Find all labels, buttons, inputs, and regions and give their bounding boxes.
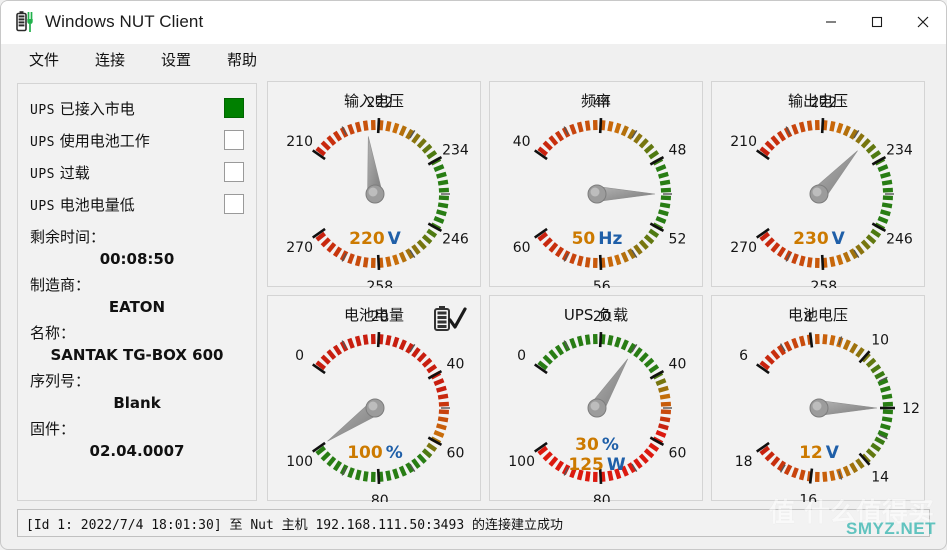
gauge-panel-frequency: 40 44 48 52 56 60 50 Hz 频率 — [489, 81, 703, 288]
status-text-overload: 过载 — [59, 163, 90, 182]
svg-text:125W: 125 W — [568, 455, 626, 475]
status-label-on-battery: UPS 使用电池工作 — [30, 131, 150, 150]
label-runtime: 剩余时间： — [30, 228, 106, 246]
svg-text:18: 18 — [735, 454, 753, 470]
menu-item-help[interactable]: 帮助 — [213, 46, 271, 73]
gauge-panel-battery-voltage: 6 8 10 12 14 16 18 12 V 电池电压 — [711, 295, 925, 502]
svg-text:12: 12 — [902, 401, 920, 417]
svg-text:80: 80 — [371, 493, 389, 502]
status-bar-text: [Id 1: 2022/7/4 18:01:30] 至 Nut 主机 192.1… — [26, 517, 563, 533]
menu-item-settings[interactable]: 设置 — [147, 46, 205, 73]
svg-text:210: 210 — [286, 134, 313, 150]
label-model: 名称： — [30, 324, 76, 342]
svg-text:220V: 220 V — [349, 229, 402, 249]
svg-text:16: 16 — [799, 492, 817, 502]
value-model: SANTAK TG-BOX 600 — [50, 346, 224, 364]
svg-text:40: 40 — [513, 134, 531, 150]
svg-text:50Hz: 50 Hz — [572, 229, 623, 249]
status-bar: [Id 1: 2022/7/4 18:01:30] 至 Nut 主机 192.1… — [17, 509, 930, 537]
close-button[interactable] — [900, 1, 946, 43]
svg-text:258: 258 — [366, 279, 393, 288]
svg-text:40: 40 — [669, 356, 687, 372]
status-label-on-line: UPS 已接入市电 — [30, 99, 135, 118]
status-text-on-line: 已接入市电 — [59, 99, 135, 118]
window-title: Windows NUT Client — [45, 12, 204, 31]
gauge-panel-ups-load: 0 20 40 60 80 100 30% 125 W UPS 负载 — [489, 295, 703, 502]
value-manufacturer: EATON — [108, 298, 166, 316]
gauge-title-input-voltage: 输入电压 — [343, 92, 404, 110]
svg-text:100%: 100% — [347, 443, 403, 463]
status-led-low-battery — [224, 194, 244, 214]
svg-text:246: 246 — [442, 232, 469, 248]
status-row-low-battery: UPS 电池电量低 — [18, 188, 256, 220]
status-led-on-battery — [224, 130, 244, 150]
value-runtime: 00:08:50 — [99, 250, 175, 268]
svg-text:100: 100 — [286, 454, 313, 470]
window-controls — [808, 1, 946, 43]
gauge-title-frequency: 频率 — [580, 92, 611, 110]
status-row-overload: UPS 过载 — [18, 156, 256, 188]
status-led-overload — [224, 162, 244, 182]
status-label-low-battery: UPS 电池电量低 — [30, 195, 135, 214]
gauge-title-output-voltage: 输出电压 — [787, 92, 848, 110]
svg-text:246: 246 — [886, 232, 913, 248]
menu-bar: 文件 连接 设置 帮助 — [1, 44, 946, 74]
gauge-panel-output-voltage: 210 222 234 246 258 270 230 V 输出电压 — [711, 81, 925, 288]
svg-text:210: 210 — [730, 134, 757, 150]
battery-plug-icon — [15, 10, 35, 34]
gauge-title-battery-voltage: 电池电压 — [787, 306, 848, 324]
svg-text:60: 60 — [447, 446, 465, 462]
svg-text:270: 270 — [286, 240, 313, 256]
svg-text:230V: 230 V — [793, 229, 846, 249]
maximize-button[interactable] — [854, 1, 900, 43]
title-bar: Windows NUT Client — [1, 1, 946, 44]
svg-text:258: 258 — [810, 279, 837, 288]
main-content: UPS 已接入市电 UPS 使用电池工作 UPS 过载 UPS 电池电量低 剩余… — [1, 73, 946, 549]
svg-text:6: 6 — [739, 348, 748, 364]
gauge-panel-input-voltage: 210 222 234 246 258 270 220 V 输入电压 — [267, 81, 481, 288]
svg-text:0: 0 — [517, 348, 526, 364]
status-panel: UPS 已接入市电 UPS 使用电池工作 UPS 过载 UPS 电池电量低 剩余… — [17, 83, 257, 501]
menu-item-connect[interactable]: 连接 — [81, 46, 139, 73]
label-serial: 序列号： — [30, 372, 91, 390]
svg-text:48: 48 — [669, 142, 687, 158]
app-window: Windows NUT Client 文件 连接 设置 帮助 UPS 已接入市电 — [0, 0, 947, 550]
svg-text:234: 234 — [442, 142, 469, 158]
status-text-low-battery: 电池电量低 — [59, 195, 135, 214]
svg-text:60: 60 — [513, 240, 531, 256]
svg-text:14: 14 — [871, 470, 889, 486]
gauge-title-ups-load: UPS 负载 — [563, 306, 629, 324]
status-text-on-battery: 使用电池工作 — [59, 131, 150, 150]
status-label-overload: UPS 过载 — [30, 163, 90, 182]
svg-text:100: 100 — [508, 454, 535, 470]
value-serial: Blank — [113, 394, 161, 412]
svg-text:10: 10 — [871, 332, 889, 348]
gauge-panel-battery-charge: 0 20 40 60 80 100 100% 电池电量 — [267, 295, 481, 502]
value-firmware: 02.04.0007 — [89, 442, 185, 460]
svg-text:40: 40 — [447, 356, 465, 372]
minimize-button[interactable] — [808, 1, 854, 43]
status-row-on-battery: UPS 使用电池工作 — [18, 124, 256, 156]
svg-text:30%: 30% — [575, 435, 619, 455]
svg-text:56: 56 — [593, 279, 611, 288]
label-firmware: 固件： — [30, 420, 76, 438]
svg-text:270: 270 — [730, 240, 757, 256]
svg-text:0: 0 — [295, 348, 304, 364]
svg-text:52: 52 — [669, 232, 687, 248]
svg-text:60: 60 — [669, 446, 687, 462]
status-led-on-line — [224, 98, 244, 118]
status-row-on-line: UPS 已接入市电 — [18, 92, 256, 124]
label-manufacturer: 制造商： — [30, 276, 91, 294]
battery-ok-icon — [432, 304, 468, 332]
svg-text:80: 80 — [593, 493, 611, 502]
menu-item-file[interactable]: 文件 — [15, 46, 73, 73]
svg-text:12V: 12 V — [799, 443, 840, 463]
svg-text:234: 234 — [886, 142, 913, 158]
